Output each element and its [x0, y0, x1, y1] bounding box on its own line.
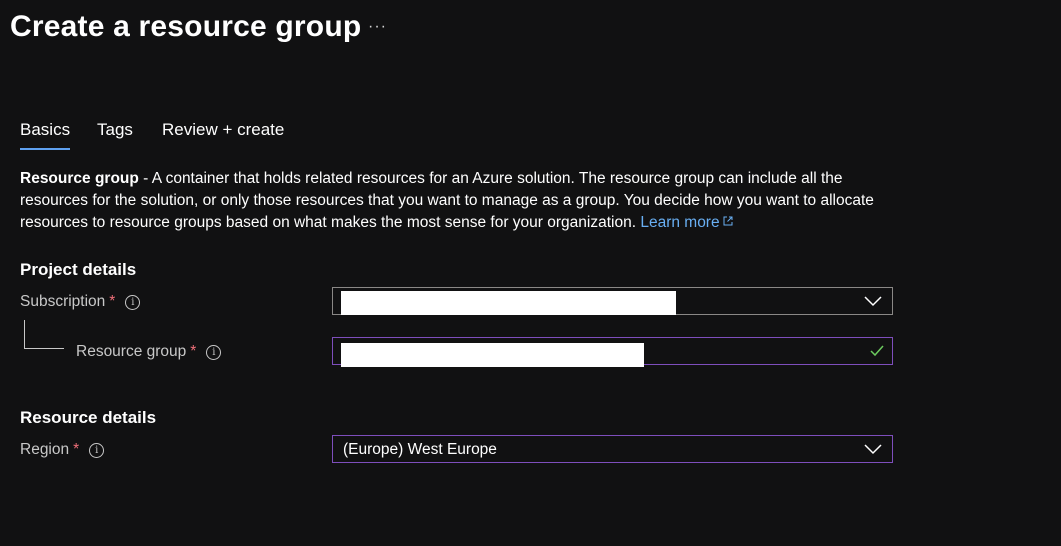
redacted-subscription-value — [341, 291, 676, 315]
region-value: (Europe) West Europe — [343, 441, 497, 458]
tree-connector-vertical — [24, 320, 25, 348]
info-icon[interactable]: i — [206, 345, 222, 360]
subscription-label-text: Subscription — [20, 293, 106, 310]
subscription-dropdown[interactable] — [332, 287, 893, 315]
resource-group-description: Resource group - A container that holds … — [20, 168, 900, 234]
resource-details-heading: Resource details — [20, 408, 157, 427]
checkmark-icon — [870, 345, 884, 357]
redacted-resource-group-value — [341, 343, 644, 367]
info-icon[interactable]: i — [125, 295, 141, 310]
tree-connector-horizontal — [24, 348, 64, 349]
tab-tags[interactable]: Tags — [97, 120, 133, 148]
external-link-icon — [723, 216, 733, 226]
chevron-down-icon — [864, 444, 882, 455]
required-asterisk: * — [73, 441, 80, 458]
resource-group-label-text: Resource group — [76, 343, 187, 360]
learn-more-link[interactable]: Learn more — [640, 214, 733, 231]
more-options-icon[interactable]: ··· — [368, 18, 387, 36]
required-asterisk: * — [190, 343, 197, 360]
resource-group-label: Resource group * i — [76, 343, 222, 361]
region-dropdown[interactable]: (Europe) West Europe — [332, 435, 893, 463]
subscription-label: Subscription * i — [20, 293, 141, 311]
info-icon[interactable]: i — [89, 443, 105, 458]
tab-review-create[interactable]: Review + create — [162, 120, 284, 148]
learn-more-label: Learn more — [640, 214, 720, 231]
project-details-heading: Project details — [20, 260, 137, 279]
resource-group-input[interactable] — [332, 337, 893, 367]
region-label: Region * i — [20, 441, 105, 459]
page-title: Create a resource group — [10, 10, 362, 43]
description-text: - A container that holds related resourc… — [20, 170, 874, 231]
tab-basics[interactable]: Basics — [20, 120, 71, 150]
description-term: Resource group — [20, 170, 139, 187]
chevron-down-icon — [864, 296, 882, 307]
region-label-text: Region — [20, 441, 70, 458]
create-resource-group-page: Create a resource group ··· Basics Tags … — [0, 0, 1061, 546]
required-asterisk: * — [109, 293, 116, 310]
